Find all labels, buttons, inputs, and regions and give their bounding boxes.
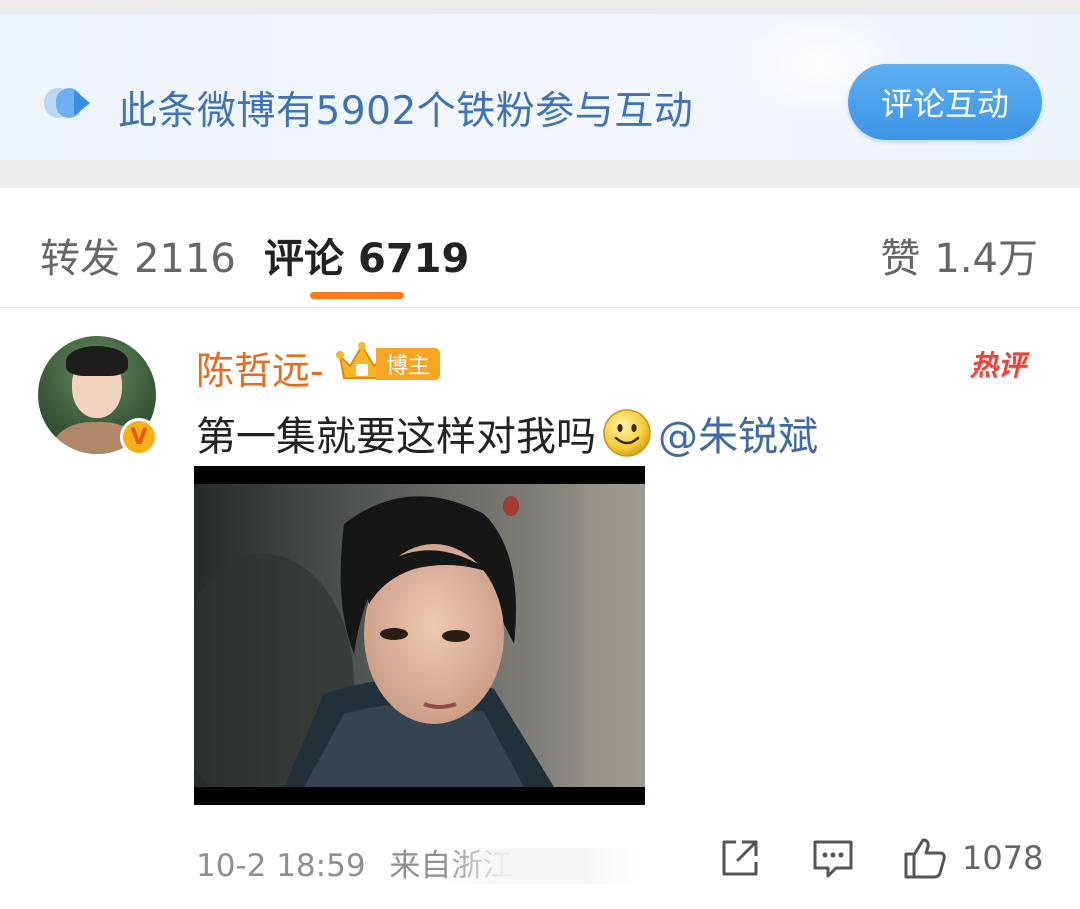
tabs-divider [0,307,1080,308]
tab-repost[interactable]: 转发 2116 [40,226,236,284]
comment-image[interactable] [194,466,645,805]
tab-like[interactable]: 赞 1.4万 [880,226,1038,284]
avatar-hair [66,346,128,376]
interaction-icon [44,88,90,118]
like-button[interactable]: 1078 [902,836,1043,880]
banner-card: 此条微博有5902个铁粉参与互动 评论互动 [0,14,1080,160]
watermark-overlay [440,848,640,884]
comment-image-frame [194,484,645,787]
comment-body: 第一集就要这样对我吗 [196,414,596,460]
tab-repost-count: 2116 [134,236,236,282]
tab-like-label: 赞 [880,236,921,282]
tab-bar: 转发 2116 评论 6719 赞 1.4万 [0,188,1080,308]
tab-comment-label: 评论 [264,236,344,282]
hot-comment-badge: 热评 [970,349,1027,382]
mention-link[interactable]: @朱锐斌 [658,404,818,462]
reply-button[interactable] [810,836,856,880]
tab-like-count: 1.4万 [934,236,1038,282]
comment-date: 10-2 18:59 [196,848,366,884]
thumbs-up-icon [904,838,946,879]
tab-repost-label: 转发 [40,236,120,282]
comment-username[interactable]: 陈哲远- [196,340,324,395]
tab-comment-count: 6719 [358,236,470,282]
share-button[interactable] [718,836,762,880]
comment-icon [813,840,853,878]
comment-text: 第一集就要这样对我吗 @朱锐斌 [196,404,818,462]
share-icon [722,840,758,876]
tab-comment[interactable]: 评论 6719 [264,226,469,284]
verified-v-icon: V [120,418,158,456]
active-tab-indicator [310,292,404,299]
like-count: 1078 [962,839,1044,877]
banner-text: 此条微博有5902个铁粉参与互动 [118,89,694,134]
comment-image-scene [194,484,645,787]
blogger-badge: 博主 [376,348,440,380]
iron-fans-banner: 此条微博有5902个铁粉参与互动 评论互动 [0,0,1080,188]
comment-interact-button[interactable]: 评论互动 [848,64,1042,140]
smiley-emoji [603,409,651,457]
